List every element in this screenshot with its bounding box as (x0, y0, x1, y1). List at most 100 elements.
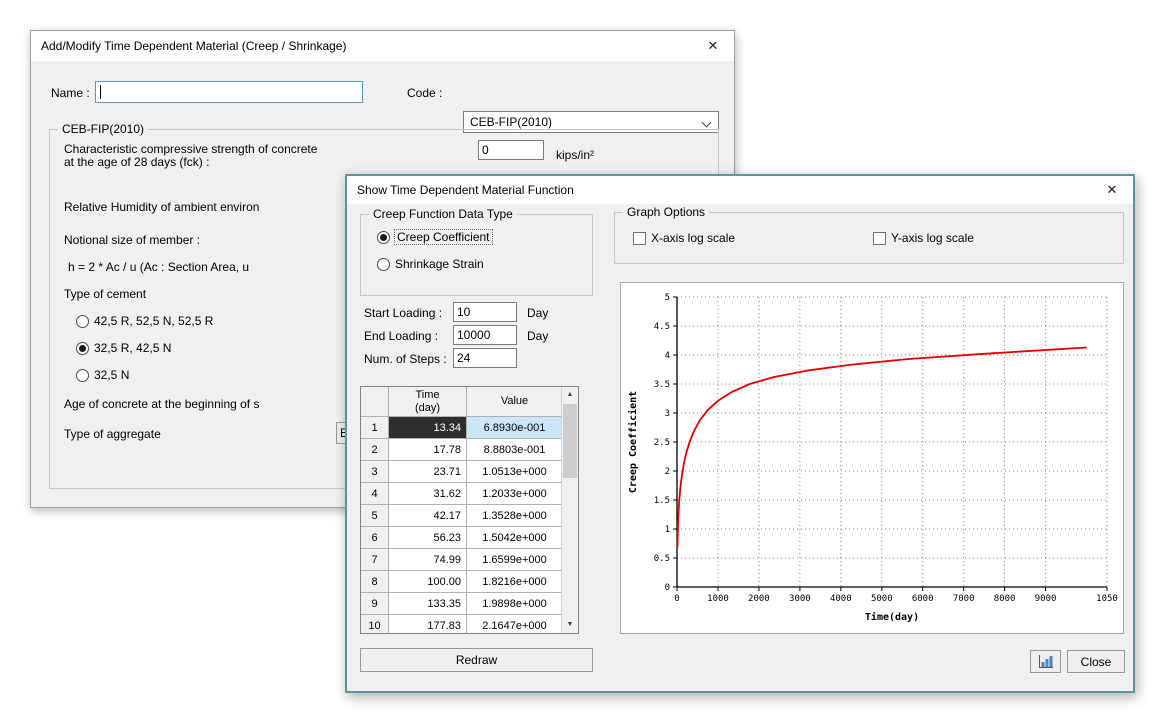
svg-text:0.5: 0.5 (654, 554, 670, 564)
time-cell[interactable]: 100.00 (389, 571, 467, 593)
scroll-down-icon[interactable]: ▼ (562, 617, 578, 633)
name-input[interactable] (95, 81, 363, 103)
creep-graph: 0100020003000400050006000700080009000105… (620, 282, 1124, 634)
row-number-cell[interactable]: 7 (361, 549, 389, 571)
scroll-up-icon[interactable]: ▲ (562, 387, 578, 403)
table-row[interactable]: 431.621.2033e+000 (361, 483, 578, 505)
notional-size-label: Notional size of member : (64, 233, 200, 247)
cement-type-label: Type of cement (64, 287, 146, 301)
value-cell[interactable]: 8.8803e-001 (467, 439, 563, 461)
svg-text:0: 0 (665, 583, 670, 593)
code-label: Code : (407, 86, 442, 100)
value-cell[interactable]: 1.6599e+000 (467, 549, 563, 571)
svg-text:7000: 7000 (953, 594, 975, 604)
value-cell[interactable]: 1.8216e+000 (467, 571, 563, 593)
time-cell[interactable]: 31.62 (389, 483, 467, 505)
row-number-cell[interactable]: 5 (361, 505, 389, 527)
dialog1-close-button[interactable]: ✕ (692, 31, 734, 60)
table-row[interactable]: 656.231.5042e+000 (361, 527, 578, 549)
dialog-show-material-function: Show Time Dependent Material Function ✕ … (345, 174, 1135, 693)
scroll-thumb[interactable] (563, 404, 577, 478)
svg-text:8000: 8000 (994, 594, 1016, 604)
table-row[interactable]: 323.711.0513e+000 (361, 461, 578, 483)
radio-label: Shrinkage Strain (395, 257, 484, 271)
table-row[interactable]: 542.171.3528e+000 (361, 505, 578, 527)
start-loading-input[interactable] (453, 302, 517, 322)
time-cell[interactable]: 42.17 (389, 505, 467, 527)
dialog2-titlebar[interactable]: Show Time Dependent Material Function ✕ (347, 176, 1133, 204)
chevron-down-icon (702, 118, 712, 128)
time-cell[interactable]: 133.35 (389, 593, 467, 615)
svg-text:1: 1 (665, 525, 670, 535)
svg-text:3000: 3000 (789, 594, 811, 604)
radio-icon (76, 369, 89, 382)
humidity-label: Relative Humidity of ambient environ (64, 200, 259, 214)
radio-label: Creep Coefficient (395, 230, 492, 244)
value-cell[interactable]: 6.8930e-001 (467, 417, 563, 439)
time-cell[interactable]: 13.34 (389, 417, 467, 439)
table-header-row: Time (day) Value (361, 387, 578, 417)
checkbox-icon (873, 232, 886, 245)
start-loading-label: Start Loading : (364, 306, 442, 320)
svg-text:1.5: 1.5 (654, 496, 670, 506)
radio-cement-425r[interactable]: 42,5 R, 52,5 N, 52,5 R (76, 314, 213, 328)
num-steps-input[interactable] (453, 348, 517, 368)
chart-style-button[interactable] (1030, 650, 1061, 673)
end-loading-unit: Day (527, 329, 548, 343)
row-number-cell[interactable]: 6 (361, 527, 389, 549)
table-body: 113.346.8930e-001217.788.8803e-001323.71… (361, 417, 578, 634)
table-scrollbar[interactable]: ▲ ▼ (561, 387, 578, 633)
row-number-cell[interactable]: 2 (361, 439, 389, 461)
redraw-button[interactable]: Redraw (360, 648, 593, 672)
value-cell[interactable]: 1.0513e+000 (467, 461, 563, 483)
row-number-cell[interactable]: 9 (361, 593, 389, 615)
value-cell[interactable]: 1.2033e+000 (467, 483, 563, 505)
fck-input[interactable] (478, 140, 544, 160)
table-row[interactable]: 9133.351.9898e+000 (361, 593, 578, 615)
radio-creep-coefficient[interactable]: Creep Coefficient (377, 230, 492, 244)
checkbox-x-log-scale[interactable]: X-axis log scale (633, 231, 735, 245)
row-number-cell[interactable]: 10 (361, 615, 389, 634)
value-cell[interactable]: 1.5042e+000 (467, 527, 563, 549)
table-row[interactable]: 8100.001.8216e+000 (361, 571, 578, 593)
end-loading-label: End Loading : (364, 329, 438, 343)
table-row[interactable]: 10177.832.1647e+000 (361, 615, 578, 634)
svg-text:0: 0 (674, 594, 679, 604)
graph-options-groupbox: Graph Options X-axis log scale Y-axis lo… (614, 212, 1124, 264)
radio-cement-325r[interactable]: 32,5 R, 42,5 N (76, 341, 171, 355)
cebfip-group-title: CEB-FIP(2010) (58, 122, 148, 136)
chart-svg: 0100020003000400050006000700080009000105… (621, 283, 1123, 633)
close-button[interactable]: Close (1067, 650, 1125, 673)
svg-text:1000: 1000 (707, 594, 729, 604)
checkbox-y-log-scale[interactable]: Y-axis log scale (873, 231, 974, 245)
radio-icon (76, 342, 89, 355)
fck-unit-label: kips/in² (556, 148, 594, 162)
svg-text:2000: 2000 (748, 594, 770, 604)
time-cell[interactable]: 56.23 (389, 527, 467, 549)
end-loading-input[interactable] (453, 325, 517, 345)
row-number-cell[interactable]: 4 (361, 483, 389, 505)
table-row[interactable]: 774.991.6599e+000 (361, 549, 578, 571)
radio-cement-325n[interactable]: 32,5 N (76, 368, 129, 382)
dialog1-titlebar[interactable]: Add/Modify Time Dependent Material (Cree… (31, 31, 734, 61)
radio-shrinkage-strain[interactable]: Shrinkage Strain (377, 257, 484, 271)
svg-text:2.5: 2.5 (654, 438, 670, 448)
row-number-cell[interactable]: 8 (361, 571, 389, 593)
start-loading-unit: Day (527, 306, 548, 320)
row-number-cell[interactable]: 1 (361, 417, 389, 439)
row-number-cell[interactable]: 3 (361, 461, 389, 483)
text-caret (100, 85, 101, 99)
table-header-value: Value (467, 387, 563, 417)
time-cell[interactable]: 17.78 (389, 439, 467, 461)
table-row[interactable]: 113.346.8930e-001 (361, 417, 578, 439)
time-cell[interactable]: 23.71 (389, 461, 467, 483)
value-cell[interactable]: 2.1647e+000 (467, 615, 563, 634)
svg-text:3.5: 3.5 (654, 380, 670, 390)
num-steps-label: Num. of Steps : (364, 352, 447, 366)
dialog2-close-button[interactable]: ✕ (1091, 176, 1133, 203)
time-cell[interactable]: 177.83 (389, 615, 467, 634)
table-row[interactable]: 217.788.8803e-001 (361, 439, 578, 461)
time-cell[interactable]: 74.99 (389, 549, 467, 571)
value-cell[interactable]: 1.9898e+000 (467, 593, 563, 615)
value-cell[interactable]: 1.3528e+000 (467, 505, 563, 527)
